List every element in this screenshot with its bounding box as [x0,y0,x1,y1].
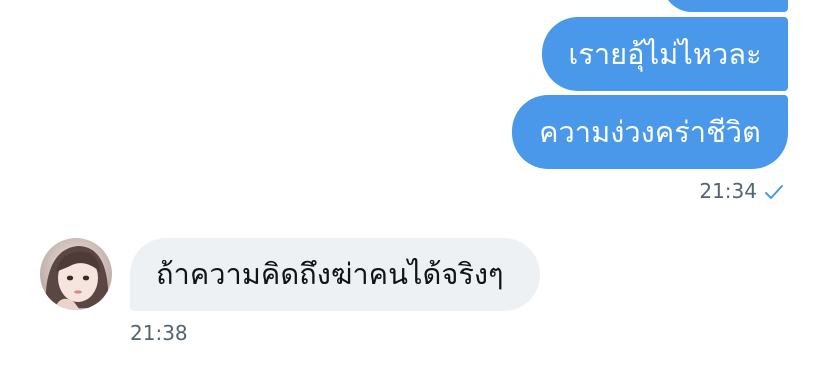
avatar-image [40,238,112,310]
message-text: เรายอุ้ไม่ไหวละ [568,36,762,71]
message-text: ถ้าความคิดถึงฆ่าคนได้จริงๆ [156,257,504,291]
avatar[interactable] [40,238,112,310]
message-timestamp: 21:38 [130,321,188,345]
message-timestamp: 21:34 [699,179,757,203]
conversation-thread: เรายอุ้ไม่ไหวละ ความง่วงคร่าชีวิต 21:34 [0,0,828,372]
outgoing-message-bubble[interactable] [662,0,788,12]
outgoing-message-bubble[interactable]: ความง่วงคร่าชีวิต [512,95,788,169]
check-icon [765,185,783,199]
message-text: ความง่วงคร่าชีวิต [539,114,761,149]
incoming-message-bubble[interactable]: ถ้าความคิดถึงฆ่าคนได้จริงๆ [130,238,540,311]
outgoing-message-bubble[interactable]: เรายอุ้ไม่ไหวละ [542,17,788,91]
